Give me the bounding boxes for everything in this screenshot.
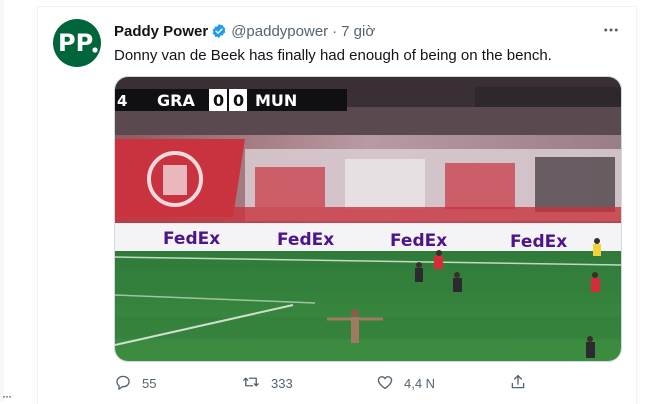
share-icon [509, 373, 527, 394]
retweet-button[interactable]: 333 [241, 371, 293, 395]
timestamp[interactable]: 7 giờ [341, 23, 375, 40]
retweet-count: 333 [271, 375, 293, 391]
separator-dot: · [332, 22, 338, 40]
scoreboard-home-score: 0 [213, 91, 224, 110]
tweet-header: Paddy Power @paddypower · 7 giờ [114, 21, 375, 41]
more-icon[interactable] [600, 19, 622, 41]
ad-board-text: FedEx [277, 230, 334, 250]
handle[interactable]: @paddypower [231, 23, 328, 40]
retweet-icon [241, 373, 261, 394]
like-icon [376, 373, 394, 394]
paddy-power-logo: PP [58, 29, 98, 57]
display-name[interactable]: Paddy Power [114, 23, 208, 40]
scoreboard-home: GRA [157, 91, 195, 110]
verified-badge-icon [211, 23, 227, 39]
reply-count: 55 [142, 375, 157, 391]
reply-icon [114, 373, 132, 394]
ad-board-text: FedEx [510, 232, 567, 252]
tweet-actions: 55 333 4,4 N [114, 371, 584, 395]
scoreboard-left-fragment: 4 [117, 92, 127, 110]
scoreboard-away-score: 0 [233, 91, 244, 110]
avatar-text: PP [58, 29, 93, 57]
left-page-edge [0, 0, 4, 403]
tweet-card[interactable]: PP Paddy Power @paddypower · 7 giờ Donny… [37, 6, 637, 404]
match-video-frame: FedEx FedEx FedEx FedEx 4 GRA 0 0 MUN [115, 77, 621, 361]
ad-board-text: FedEx [390, 231, 447, 251]
ad-board-text: FedEx [163, 229, 220, 249]
left-overflow-dots: ··· [2, 389, 12, 403]
like-count: 4,4 N [404, 375, 436, 391]
avatar[interactable]: PP [53, 19, 101, 67]
share-button[interactable] [509, 371, 527, 395]
like-button[interactable]: 4,4 N [376, 371, 435, 395]
scoreboard-away: MUN [255, 91, 297, 110]
reply-button[interactable]: 55 [114, 371, 156, 395]
tweet-text: Donny van de Beek has finally had enough… [114, 47, 552, 64]
tweet-media[interactable]: FedEx FedEx FedEx FedEx 4 GRA 0 0 MUN [114, 76, 622, 362]
